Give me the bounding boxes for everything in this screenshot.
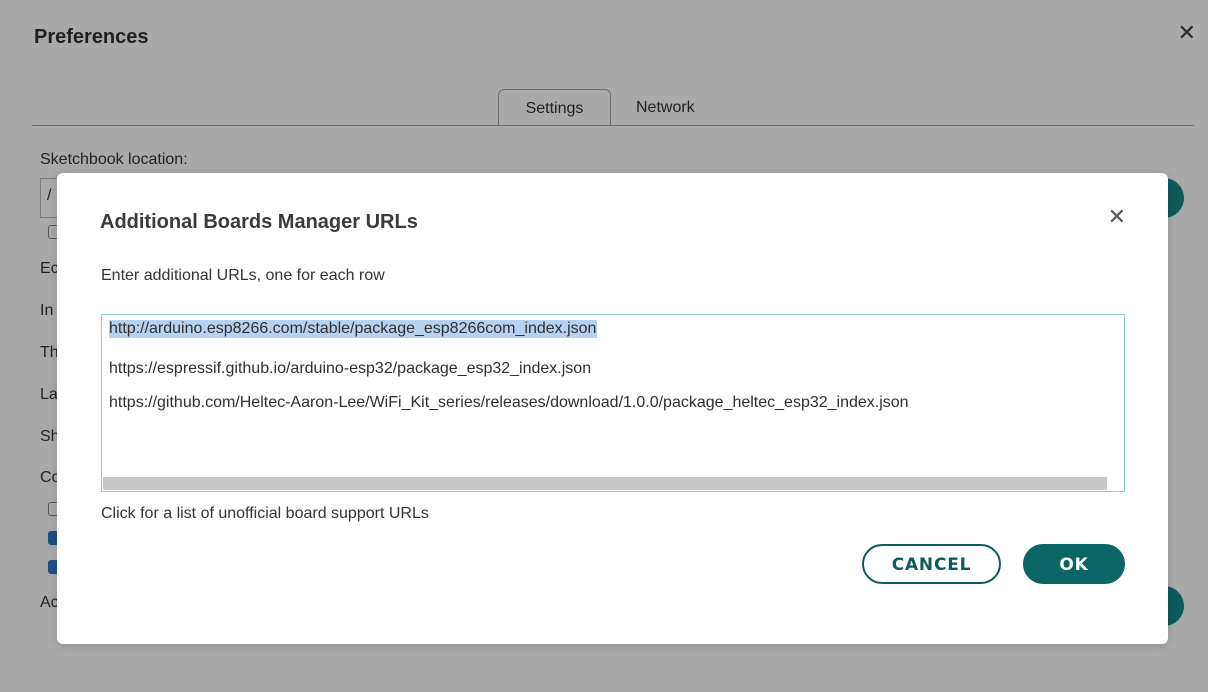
urls-textarea[interactable]: http://arduino.esp8266.com/stable/packag…	[101, 314, 1125, 492]
preferences-close-icon[interactable]: ✕	[1178, 22, 1196, 44]
url-row-selected[interactable]: http://arduino.esp8266.com/stable/packag…	[109, 320, 598, 338]
dialog-description: Enter additional URLs, one for each row	[101, 267, 385, 284]
dialog-title: Additional Boards Manager URLs	[100, 211, 418, 233]
preference-label-stub: La	[40, 386, 58, 403]
preference-label-stub: Ec	[40, 260, 59, 277]
url-row[interactable]: https://github.com/Heltec-Aaron-Lee/WiFi…	[109, 394, 909, 412]
tabs-divider	[32, 125, 1194, 126]
horizontal-scrollbar[interactable]	[103, 477, 1107, 490]
preference-label-stub: In	[40, 302, 54, 319]
sketchbook-location-label: Sketchbook location:	[40, 151, 188, 168]
unofficial-urls-link[interactable]: Click for a list of unofficial board sup…	[101, 505, 429, 523]
preference-label-stub: Th	[40, 344, 59, 361]
url-row[interactable]: https://espressif.github.io/arduino-esp3…	[109, 360, 591, 378]
dialog-close-icon[interactable]: ✕	[1108, 206, 1126, 228]
ok-button[interactable]: OK	[1023, 544, 1125, 584]
tab-network[interactable]: Network	[620, 89, 711, 125]
tab-settings[interactable]: Settings	[498, 89, 611, 126]
preference-label-stub: Ac	[40, 594, 59, 611]
additional-boards-dialog: Additional Boards Manager URLs ✕ Enter a…	[57, 173, 1168, 644]
preferences-title: Preferences	[34, 26, 149, 48]
cancel-button[interactable]: CANCEL	[862, 544, 1001, 584]
